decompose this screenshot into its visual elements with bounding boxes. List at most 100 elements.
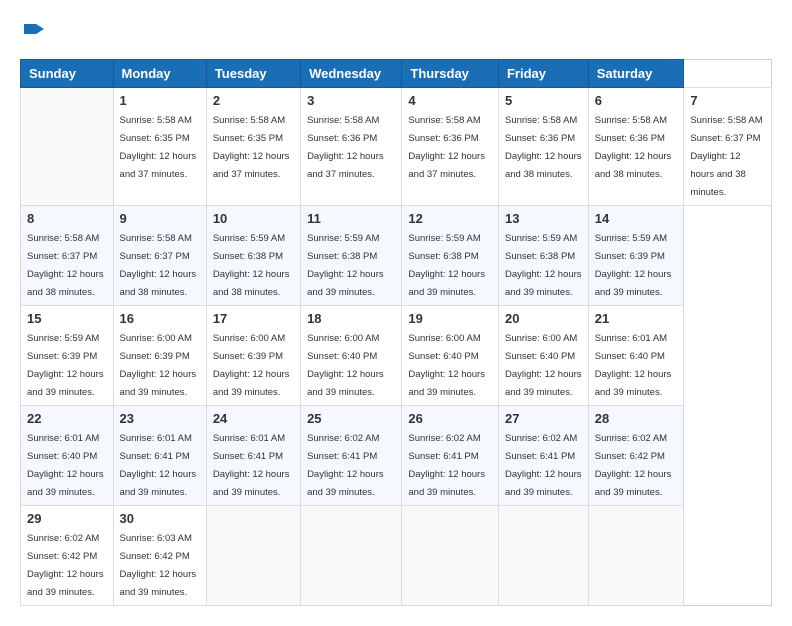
day-info: Sunrise: 5:58 AMSunset: 6:36 PMDaylight:… bbox=[408, 115, 485, 180]
day-number: 26 bbox=[408, 411, 492, 426]
day-cell-18: 18 Sunrise: 6:00 AMSunset: 6:40 PMDaylig… bbox=[301, 306, 402, 406]
day-cell-8: 8 Sunrise: 5:58 AMSunset: 6:37 PMDayligh… bbox=[21, 206, 114, 306]
day-info: Sunrise: 6:02 AMSunset: 6:41 PMDaylight:… bbox=[307, 433, 384, 498]
day-number: 2 bbox=[213, 93, 294, 108]
day-cell-4: 4 Sunrise: 5:58 AMSunset: 6:36 PMDayligh… bbox=[402, 88, 499, 206]
day-number: 9 bbox=[120, 211, 200, 226]
day-number: 25 bbox=[307, 411, 395, 426]
empty-cell bbox=[301, 506, 402, 606]
day-number: 21 bbox=[595, 311, 678, 326]
day-number: 15 bbox=[27, 311, 107, 326]
day-cell-11: 11 Sunrise: 5:59 AMSunset: 6:38 PMDaylig… bbox=[301, 206, 402, 306]
day-number: 8 bbox=[27, 211, 107, 226]
day-info: Sunrise: 6:02 AMSunset: 6:41 PMDaylight:… bbox=[505, 433, 582, 498]
day-info: Sunrise: 5:58 AMSunset: 6:36 PMDaylight:… bbox=[307, 115, 384, 180]
calendar-week-1: 1 Sunrise: 5:58 AMSunset: 6:35 PMDayligh… bbox=[21, 88, 772, 206]
day-number: 12 bbox=[408, 211, 492, 226]
day-cell-30: 30 Sunrise: 6:03 AMSunset: 6:42 PMDaylig… bbox=[113, 506, 206, 606]
day-cell-22: 22 Sunrise: 6:01 AMSunset: 6:40 PMDaylig… bbox=[21, 406, 114, 506]
day-number: 20 bbox=[505, 311, 582, 326]
day-number: 6 bbox=[595, 93, 678, 108]
day-cell-27: 27 Sunrise: 6:02 AMSunset: 6:41 PMDaylig… bbox=[498, 406, 588, 506]
day-info: Sunrise: 6:00 AMSunset: 6:39 PMDaylight:… bbox=[120, 333, 197, 398]
day-header-friday: Friday bbox=[498, 60, 588, 88]
day-info: Sunrise: 5:58 AMSunset: 6:37 PMDaylight:… bbox=[120, 233, 197, 298]
day-info: Sunrise: 6:02 AMSunset: 6:42 PMDaylight:… bbox=[595, 433, 672, 498]
day-number: 29 bbox=[27, 511, 107, 526]
day-info: Sunrise: 5:59 AMSunset: 6:38 PMDaylight:… bbox=[408, 233, 485, 298]
calendar-header-row: SundayMondayTuesdayWednesdayThursdayFrid… bbox=[21, 60, 772, 88]
day-cell-2: 2 Sunrise: 5:58 AMSunset: 6:35 PMDayligh… bbox=[206, 88, 300, 206]
day-number: 30 bbox=[120, 511, 200, 526]
day-number: 24 bbox=[213, 411, 294, 426]
day-cell-26: 26 Sunrise: 6:02 AMSunset: 6:41 PMDaylig… bbox=[402, 406, 499, 506]
day-info: Sunrise: 6:00 AMSunset: 6:40 PMDaylight:… bbox=[307, 333, 384, 398]
day-info: Sunrise: 6:00 AMSunset: 6:40 PMDaylight:… bbox=[505, 333, 582, 398]
day-number: 22 bbox=[27, 411, 107, 426]
day-cell-9: 9 Sunrise: 5:58 AMSunset: 6:37 PMDayligh… bbox=[113, 206, 206, 306]
day-cell-6: 6 Sunrise: 5:58 AMSunset: 6:36 PMDayligh… bbox=[588, 88, 684, 206]
day-cell-12: 12 Sunrise: 5:59 AMSunset: 6:38 PMDaylig… bbox=[402, 206, 499, 306]
day-cell-20: 20 Sunrise: 6:00 AMSunset: 6:40 PMDaylig… bbox=[498, 306, 588, 406]
day-number: 17 bbox=[213, 311, 294, 326]
day-cell-13: 13 Sunrise: 5:59 AMSunset: 6:38 PMDaylig… bbox=[498, 206, 588, 306]
day-cell-5: 5 Sunrise: 5:58 AMSunset: 6:36 PMDayligh… bbox=[498, 88, 588, 206]
day-cell-16: 16 Sunrise: 6:00 AMSunset: 6:39 PMDaylig… bbox=[113, 306, 206, 406]
day-cell-28: 28 Sunrise: 6:02 AMSunset: 6:42 PMDaylig… bbox=[588, 406, 684, 506]
empty-cell bbox=[402, 506, 499, 606]
day-cell-7: 7 Sunrise: 5:58 AMSunset: 6:37 PMDayligh… bbox=[684, 88, 772, 206]
day-cell-24: 24 Sunrise: 6:01 AMSunset: 6:41 PMDaylig… bbox=[206, 406, 300, 506]
day-info: Sunrise: 6:01 AMSunset: 6:40 PMDaylight:… bbox=[595, 333, 672, 398]
logo-text bbox=[20, 20, 46, 49]
logo-flag-icon bbox=[22, 20, 46, 44]
day-cell-23: 23 Sunrise: 6:01 AMSunset: 6:41 PMDaylig… bbox=[113, 406, 206, 506]
day-info: Sunrise: 6:01 AMSunset: 6:40 PMDaylight:… bbox=[27, 433, 104, 498]
day-cell-10: 10 Sunrise: 5:59 AMSunset: 6:38 PMDaylig… bbox=[206, 206, 300, 306]
day-cell-25: 25 Sunrise: 6:02 AMSunset: 6:41 PMDaylig… bbox=[301, 406, 402, 506]
day-cell-21: 21 Sunrise: 6:01 AMSunset: 6:40 PMDaylig… bbox=[588, 306, 684, 406]
calendar-week-5: 29 Sunrise: 6:02 AMSunset: 6:42 PMDaylig… bbox=[21, 506, 772, 606]
day-header-tuesday: Tuesday bbox=[206, 60, 300, 88]
day-number: 7 bbox=[690, 93, 765, 108]
day-cell-29: 29 Sunrise: 6:02 AMSunset: 6:42 PMDaylig… bbox=[21, 506, 114, 606]
day-number: 13 bbox=[505, 211, 582, 226]
empty-cell bbox=[588, 506, 684, 606]
calendar-week-3: 15 Sunrise: 5:59 AMSunset: 6:39 PMDaylig… bbox=[21, 306, 772, 406]
day-info: Sunrise: 6:03 AMSunset: 6:42 PMDaylight:… bbox=[120, 533, 197, 598]
day-cell-17: 17 Sunrise: 6:00 AMSunset: 6:39 PMDaylig… bbox=[206, 306, 300, 406]
empty-cell bbox=[498, 506, 588, 606]
calendar-body: 1 Sunrise: 5:58 AMSunset: 6:35 PMDayligh… bbox=[21, 88, 772, 606]
calendar-week-4: 22 Sunrise: 6:01 AMSunset: 6:40 PMDaylig… bbox=[21, 406, 772, 506]
day-header-saturday: Saturday bbox=[588, 60, 684, 88]
day-info: Sunrise: 6:00 AMSunset: 6:40 PMDaylight:… bbox=[408, 333, 485, 398]
day-info: Sunrise: 6:01 AMSunset: 6:41 PMDaylight:… bbox=[213, 433, 290, 498]
day-info: Sunrise: 5:59 AMSunset: 6:38 PMDaylight:… bbox=[505, 233, 582, 298]
day-number: 14 bbox=[595, 211, 678, 226]
day-info: Sunrise: 5:58 AMSunset: 6:36 PMDaylight:… bbox=[505, 115, 582, 180]
calendar-week-2: 8 Sunrise: 5:58 AMSunset: 6:37 PMDayligh… bbox=[21, 206, 772, 306]
day-info: Sunrise: 5:58 AMSunset: 6:37 PMDaylight:… bbox=[27, 233, 104, 298]
day-number: 10 bbox=[213, 211, 294, 226]
day-info: Sunrise: 6:02 AMSunset: 6:42 PMDaylight:… bbox=[27, 533, 104, 598]
day-cell-15: 15 Sunrise: 5:59 AMSunset: 6:39 PMDaylig… bbox=[21, 306, 114, 406]
day-header-monday: Monday bbox=[113, 60, 206, 88]
day-cell-3: 3 Sunrise: 5:58 AMSunset: 6:36 PMDayligh… bbox=[301, 88, 402, 206]
logo bbox=[20, 20, 46, 49]
day-info: Sunrise: 5:58 AMSunset: 6:35 PMDaylight:… bbox=[213, 115, 290, 180]
day-number: 3 bbox=[307, 93, 395, 108]
day-info: Sunrise: 6:02 AMSunset: 6:41 PMDaylight:… bbox=[408, 433, 485, 498]
day-cell-19: 19 Sunrise: 6:00 AMSunset: 6:40 PMDaylig… bbox=[402, 306, 499, 406]
day-cell-14: 14 Sunrise: 5:59 AMSunset: 6:39 PMDaylig… bbox=[588, 206, 684, 306]
day-cell-1: 1 Sunrise: 5:58 AMSunset: 6:35 PMDayligh… bbox=[113, 88, 206, 206]
day-info: Sunrise: 5:58 AMSunset: 6:35 PMDaylight:… bbox=[120, 115, 197, 180]
day-info: Sunrise: 5:58 AMSunset: 6:37 PMDaylight:… bbox=[690, 115, 762, 198]
day-number: 5 bbox=[505, 93, 582, 108]
day-number: 27 bbox=[505, 411, 582, 426]
day-number: 1 bbox=[120, 93, 200, 108]
day-info: Sunrise: 6:01 AMSunset: 6:41 PMDaylight:… bbox=[120, 433, 197, 498]
day-number: 19 bbox=[408, 311, 492, 326]
day-number: 16 bbox=[120, 311, 200, 326]
day-number: 18 bbox=[307, 311, 395, 326]
day-header-sunday: Sunday bbox=[21, 60, 114, 88]
calendar-header: SundayMondayTuesdayWednesdayThursdayFrid… bbox=[21, 60, 772, 88]
